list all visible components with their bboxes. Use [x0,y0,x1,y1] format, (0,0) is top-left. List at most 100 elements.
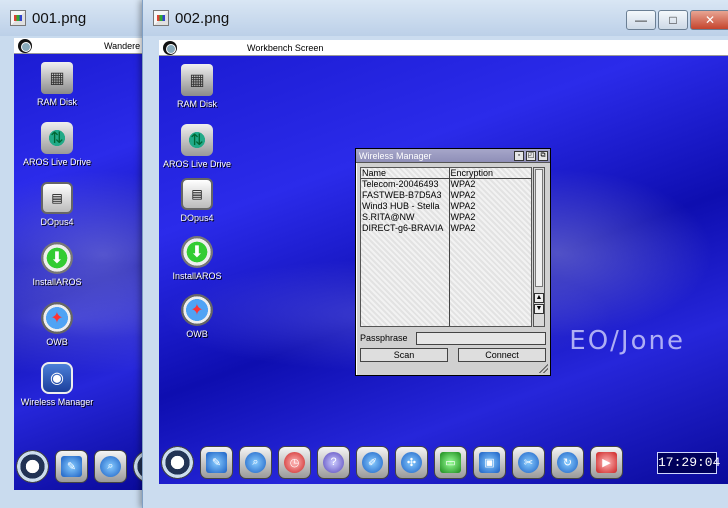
table-row[interactable]: S.RITA@NW WPA2 [361,212,531,223]
desktop-icon-aros-live-drive[interactable]: ⇅ AROS Live Drive [14,122,100,167]
dock-screens-button[interactable]: ▣ [473,445,506,479]
screen-title-bar[interactable]: Workbench Screen [159,40,728,56]
screen-title: Wandere [104,40,141,51]
shell-icon: ✎ [61,455,82,477]
dopus-icon: ▤ [41,182,73,214]
dock-aros-button[interactable] [16,449,49,483]
desktop-icon-dopus4[interactable]: ▤ DOpus4 [159,178,235,223]
desktop-icon-wireless-manager[interactable]: ◉ Wireless Manager [14,362,100,407]
desktop-icon-owb[interactable]: ✦ OWB [159,294,235,339]
host-window-002[interactable]: 002.png — □ ✕ Workbench Screen EO∕Jone ▦… [142,0,728,508]
desktop-icon-label: DOpus4 [40,217,74,227]
dock-shell-button[interactable]: ✎ [200,445,233,479]
network-icon: ✣ [401,451,422,473]
desktop-icon-label: Wireless Manager [20,397,94,407]
desktop-icon-aros-live-drive[interactable]: ⇅ AROS Live Drive [159,124,235,169]
install-aros-icon: ⬇ [41,242,73,274]
close-button[interactable]: ✕ [690,10,728,30]
table-row[interactable]: Wind3 HUB - Stella WPA2 [361,201,531,212]
resize-handle-icon[interactable] [539,364,548,373]
dock: ✎ ⌕ [16,448,142,484]
dock-aros-button[interactable] [161,445,194,479]
network-name: S.RITA@NW [361,212,450,223]
search-icon: ⌕ [100,455,121,477]
passphrase-input[interactable] [416,331,546,345]
network-encryption: WPA2 [450,212,476,222]
install-aros-icon: ⬇ [181,236,213,268]
desktop-icon-dopus4[interactable]: ▤ DOpus4 [14,182,100,227]
depth-gadget-icon[interactable]: ⧉ [538,151,548,161]
table-row[interactable]: FASTWEB-B7D5A3 WPA2 [361,190,531,201]
desktop-icon-installaros[interactable]: ⬇ InstallAROS [14,242,100,287]
dock-youtube-button[interactable]: ▶ [590,445,623,479]
maximize-button[interactable]: □ [658,10,688,30]
wireless-manager-titlebar[interactable]: Wireless Manager ▫ ◰ ⧉ [356,149,550,163]
passphrase-row: Passphrase [360,331,546,345]
usb-drive-icon: ⇅ [181,124,213,156]
table-row[interactable]: Telecom-20046493 WPA2 [361,178,531,190]
network-name: FASTWEB-B7D5A3 [361,190,450,201]
shell-icon: ✎ [206,451,227,473]
dock-refresh-button[interactable]: ↻ [551,445,584,479]
aros-logo-icon[interactable] [18,38,32,53]
desktop-icon-label: RAM Disk [177,99,217,109]
desktop-icon-ram-disk[interactable]: ▦ RAM Disk [159,64,235,109]
image-file-icon [10,10,26,26]
desktop-icon-ram-disk[interactable]: ▦ RAM Disk [14,62,100,107]
dock-search-button[interactable]: ⌕ [94,449,127,483]
action-buttons: Scan Connect [360,348,546,362]
network-list[interactable]: Name Encryption Telecom-20046493 WPA2 FA… [360,167,532,327]
dock-shell-button[interactable]: ✎ [55,449,88,483]
scroll-down-icon[interactable]: ▼ [534,304,544,314]
desktop-icon-label: OWB [186,329,208,339]
dock-editor-button[interactable]: ✐ [356,445,389,479]
network-encryption: WPA2 [450,190,476,200]
screen-title-bar[interactable]: Wandere [14,38,142,54]
dock-network-button[interactable]: ✣ [395,445,428,479]
host-titlebar[interactable]: 001.png [0,0,147,36]
owb-browser-icon: ✦ [181,294,213,326]
refresh-icon: ↻ [557,451,578,473]
network-name: Telecom-20046493 [361,178,450,190]
desktop-icon-label: DOpus4 [180,213,214,223]
aros-logo-icon[interactable] [163,40,177,55]
desktop-icon-label: InstallAROS [32,277,82,287]
window-gadgets: ▫ ◰ ⧉ [514,151,548,161]
host-window-001[interactable]: 001.png Wandere ▦ RAM Disk ⇅ AROS Live D… [0,0,148,508]
window-controls: — □ ✕ [626,10,728,30]
zoom-gadget-icon[interactable]: ◰ [526,151,536,161]
table-filler [361,234,531,326]
scan-button[interactable]: Scan [360,348,448,362]
scrollbar-knob[interactable] [535,169,543,287]
desktop-icon-label: AROS Live Drive [22,157,92,167]
ram-disk-icon: ▦ [181,64,213,96]
youtube-icon: ▶ [596,451,617,473]
aros-screen: Wandere ▦ RAM Disk ⇅ AROS Live Drive ▤ D… [14,38,142,490]
desktop-icon-installaros[interactable]: ⬇ InstallAROS [159,236,235,281]
minimize-button[interactable]: — [626,10,656,30]
desktop-icon-label: RAM Disk [37,97,77,107]
column-header-name[interactable]: Name [361,168,450,179]
wireless-manager-title: Wireless Manager [359,150,432,161]
dock-search-button[interactable]: ⌕ [239,445,272,479]
wireless-manager-window[interactable]: Wireless Manager ▫ ◰ ⧉ Name Encryption T… [355,148,551,376]
editor-icon: ✐ [362,451,383,473]
table-row[interactable]: DIRECT-g6-BRAVIA WPA2 [361,223,531,234]
desktop-icon-label: AROS Live Drive [162,159,232,169]
connect-button[interactable]: Connect [458,348,546,362]
network-list-scrollbar[interactable]: ▲ ▼ [533,167,545,327]
aros-screen: Workbench Screen EO∕Jone ▦ RAM Disk ⇅ AR… [159,40,728,484]
screen-title: Workbench Screen [247,42,324,53]
dock-aros-button-2[interactable] [133,449,142,483]
host-titlebar[interactable]: 002.png — □ ✕ [143,0,728,36]
scroll-up-icon[interactable]: ▲ [534,293,544,303]
iconify-gadget-icon[interactable]: ▫ [514,151,524,161]
dock-help-button[interactable]: ? [317,445,350,479]
host-window-title: 001.png [32,9,87,27]
desktop-icon-label: OWB [46,337,68,347]
dock-monitor-button[interactable]: ▭ [434,445,467,479]
dock-clock-button[interactable]: ◷ [278,445,311,479]
column-header-encryption[interactable]: Encryption [449,168,531,179]
desktop-icon-owb[interactable]: ✦ OWB [14,302,100,347]
dock-scissors-button[interactable]: ✂ [512,445,545,479]
